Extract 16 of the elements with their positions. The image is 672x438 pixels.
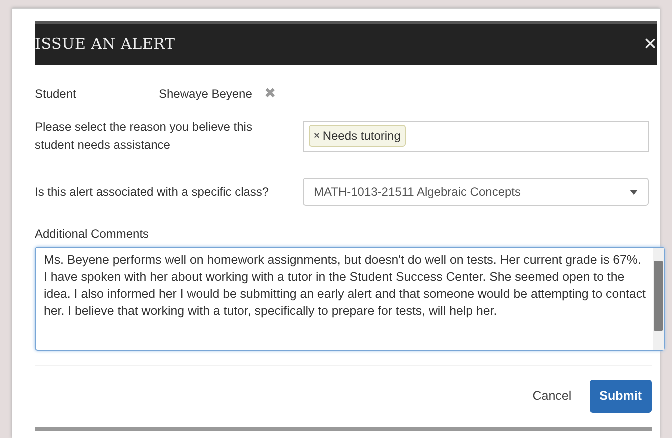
cancel-button[interactable]: Cancel	[522, 380, 582, 413]
field-label: Is this alert associated with a specific class?	[35, 184, 270, 201]
remove-tag-button[interactable]: ×	[314, 128, 320, 144]
comments-field[interactable]: Ms. Beyene performs well on homework assignments, but doesn't do well on tests. Her current grade is 67%. I have spoken with her about working with a tutor in the Student Success Center. She seemed open to the idea. I also informed her I would be submitting an early alert and that someone would be attempting to contact her. I believe that working with a tutor, specifically to prepare for tests, will help her.	[35, 247, 665, 351]
reason-field[interactable]: × Needs tutoring	[303, 120, 649, 152]
scrollbar[interactable]	[653, 248, 664, 350]
close-button[interactable]: ×	[644, 32, 657, 56]
field-label: Student	[35, 86, 78, 102]
field-label: Please select the reason you believe this student needs assistance	[35, 119, 254, 154]
dialog-title: ISSUE AN ALERT	[35, 34, 176, 56]
caret-icon	[630, 190, 638, 194]
class-select[interactable]: MATH-1013-21511 Algebraic Concepts	[303, 178, 649, 206]
student-name: Shewaye Beyene	[159, 86, 252, 102]
field-label: Additional Comments	[35, 226, 150, 243]
tag-label: Needs tutoring	[322, 128, 401, 145]
submit-button[interactable]: Submit	[590, 380, 652, 413]
